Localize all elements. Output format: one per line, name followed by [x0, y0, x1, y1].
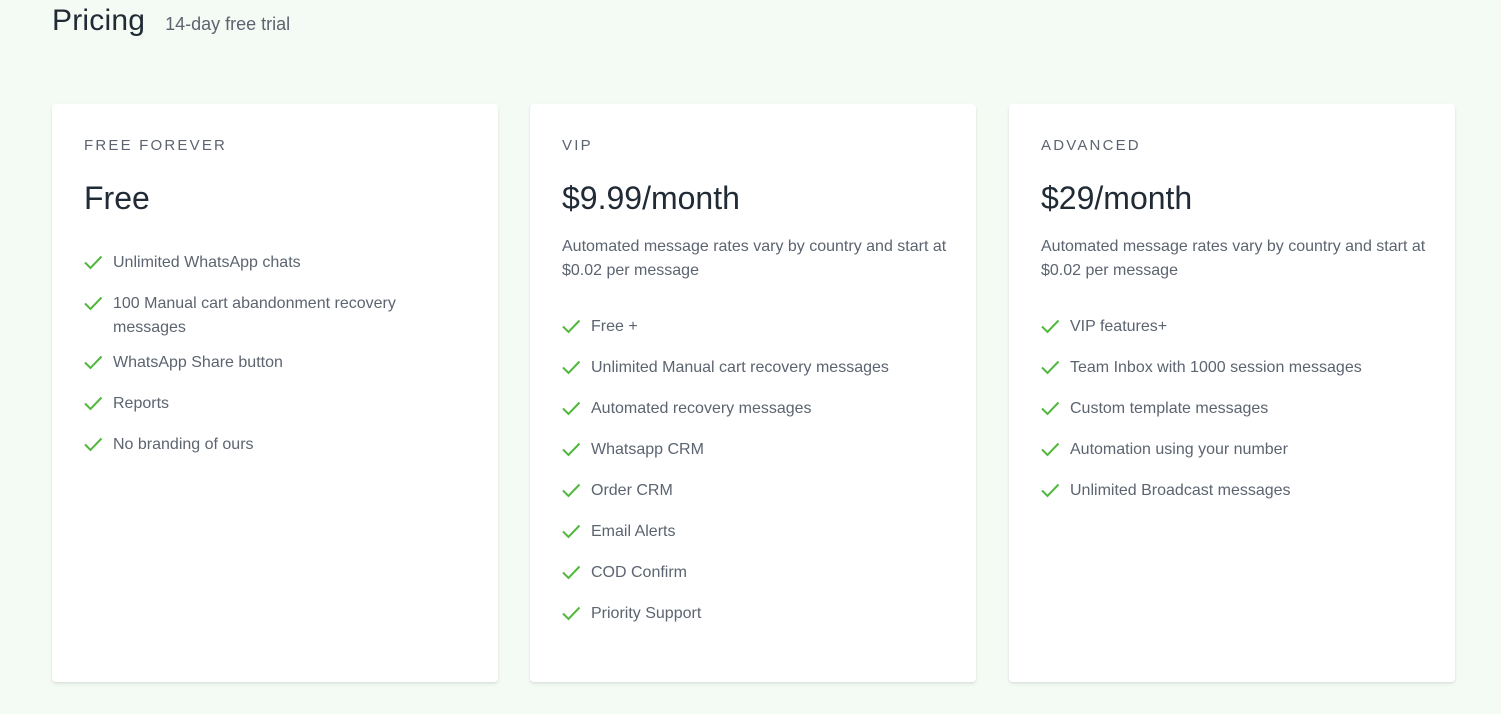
plan-card-vip[interactable]: VIP $9.99/month Automated message rates … [530, 104, 976, 682]
feature-item: VIP features+ [1039, 315, 1435, 339]
feature-list: VIP features+ Team Inbox with 1000 sessi… [1039, 315, 1435, 520]
check-icon [562, 524, 581, 539]
feature-text: Free + [591, 318, 638, 335]
feature-item: Order CRM [560, 479, 956, 503]
check-icon [1041, 483, 1060, 498]
check-icon [84, 396, 103, 411]
feature-text: WhatsApp Share button [113, 354, 283, 371]
feature-item: Automated recovery messages [560, 397, 956, 421]
feature-text: VIP features+ [1070, 318, 1168, 335]
feature-item: Team Inbox with 1000 session messages [1039, 356, 1435, 380]
check-icon [562, 442, 581, 457]
check-icon [1041, 319, 1060, 334]
check-icon [562, 606, 581, 621]
feature-text: Automation using your number [1070, 441, 1288, 458]
check-icon [1041, 442, 1060, 457]
feature-item: Reports [82, 392, 478, 416]
page-title: Pricing [52, 4, 146, 37]
plan-price: Free [84, 180, 150, 216]
feature-item: WhatsApp Share button [82, 351, 478, 375]
check-icon [562, 565, 581, 580]
feature-text: 100 Manual cart abandonment recovery mes… [113, 295, 396, 336]
feature-list: Unlimited WhatsApp chats 100 Manual cart… [82, 251, 478, 474]
plan-card-free[interactable]: FREE FOREVER Free Unlimited WhatsApp cha… [52, 104, 498, 682]
feature-text: Email Alerts [591, 523, 676, 540]
feature-item: 100 Manual cart abandonment recovery mes… [82, 292, 478, 340]
feature-item: Whatsapp CRM [560, 438, 956, 462]
check-icon [84, 437, 103, 452]
feature-item: Email Alerts [560, 520, 956, 544]
plan-tier-name: ADVANCED [1041, 137, 1141, 154]
feature-text: Order CRM [591, 482, 673, 499]
feature-item: COD Confirm [560, 561, 956, 585]
feature-text: Unlimited Manual cart recovery messages [591, 359, 889, 376]
check-icon [1041, 360, 1060, 375]
plan-card-advanced[interactable]: ADVANCED $29/month Automated message rat… [1009, 104, 1455, 682]
plan-rate-note: Automated message rates vary by country … [562, 238, 947, 279]
check-icon [84, 296, 103, 311]
feature-text: Unlimited WhatsApp chats [113, 254, 301, 271]
check-icon [562, 483, 581, 498]
check-icon [562, 401, 581, 416]
feature-item: Free + [560, 315, 956, 339]
feature-item: No branding of ours [82, 433, 478, 457]
check-icon [84, 255, 103, 270]
feature-list: Free + Unlimited Manual cart recovery me… [560, 315, 956, 643]
feature-item: Custom template messages [1039, 397, 1435, 421]
feature-item: Unlimited Broadcast messages [1039, 479, 1435, 503]
feature-item: Unlimited WhatsApp chats [82, 251, 478, 275]
feature-text: Automated recovery messages [591, 400, 812, 417]
feature-text: Team Inbox with 1000 session messages [1070, 359, 1362, 376]
feature-text: Priority Support [591, 605, 702, 622]
plan-tier-name: VIP [562, 137, 593, 154]
plan-rate-note: Automated message rates vary by country … [1041, 238, 1426, 279]
feature-text: Unlimited Broadcast messages [1070, 482, 1291, 499]
feature-text: No branding of ours [113, 436, 254, 453]
plan-tier-name: FREE FOREVER [84, 137, 228, 154]
feature-item: Unlimited Manual cart recovery messages [560, 356, 956, 380]
page-subtitle: 14-day free trial [165, 14, 291, 34]
feature-item: Priority Support [560, 602, 956, 626]
feature-item: Automation using your number [1039, 438, 1435, 462]
feature-text: Reports [113, 395, 170, 412]
feature-text: Whatsapp CRM [591, 441, 704, 458]
page-header: Pricing 14-day free trial [52, 4, 290, 38]
check-icon [562, 319, 581, 334]
plan-price: $29/month [1041, 180, 1193, 216]
check-icon [562, 360, 581, 375]
feature-text: Custom template messages [1070, 400, 1269, 417]
plan-price: $9.99/month [562, 180, 740, 216]
check-icon [1041, 401, 1060, 416]
check-icon [84, 355, 103, 370]
feature-text: COD Confirm [591, 564, 688, 581]
